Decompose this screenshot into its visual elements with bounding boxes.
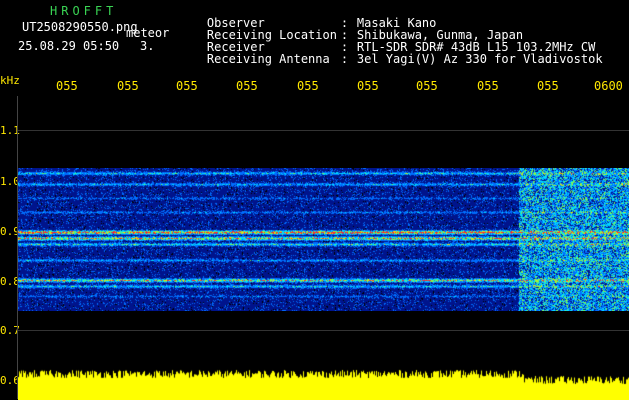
x-tick: 055	[176, 79, 198, 93]
x-tick: 0600	[594, 79, 623, 93]
antenna-value: 3el Yagi(V) Az 330 for Vladivostok	[356, 52, 603, 66]
x-tick: 055	[117, 79, 139, 93]
datetime: 25.08.29 05:50	[18, 39, 120, 53]
x-tick: 055	[236, 79, 258, 93]
hrofft-screen: HROFFT UT2508290550.png meteor 25.08.29 …	[0, 0, 629, 400]
logo: HROFFT	[50, 4, 118, 18]
x-tick: 055	[537, 79, 559, 93]
baseline-noise	[18, 368, 629, 400]
x-tick: 055	[416, 79, 438, 93]
grid-line	[18, 330, 629, 331]
y-unit: kHz	[0, 74, 20, 87]
x-tick: 055	[477, 79, 499, 93]
type-label: meteor	[126, 26, 170, 40]
antenna-row: Receiving Antenna:3el Yagi(V) Az 330 for…	[206, 52, 603, 66]
grid-line	[18, 130, 629, 131]
antenna-key: Receiving Antenna	[206, 52, 330, 66]
x-tick: 055	[56, 79, 78, 93]
x-tick: 055	[297, 79, 319, 93]
filename: UT2508290550.png	[22, 20, 138, 34]
spectrogram	[18, 168, 629, 311]
extra-code: 3.	[140, 39, 155, 53]
x-tick: 055	[357, 79, 379, 93]
